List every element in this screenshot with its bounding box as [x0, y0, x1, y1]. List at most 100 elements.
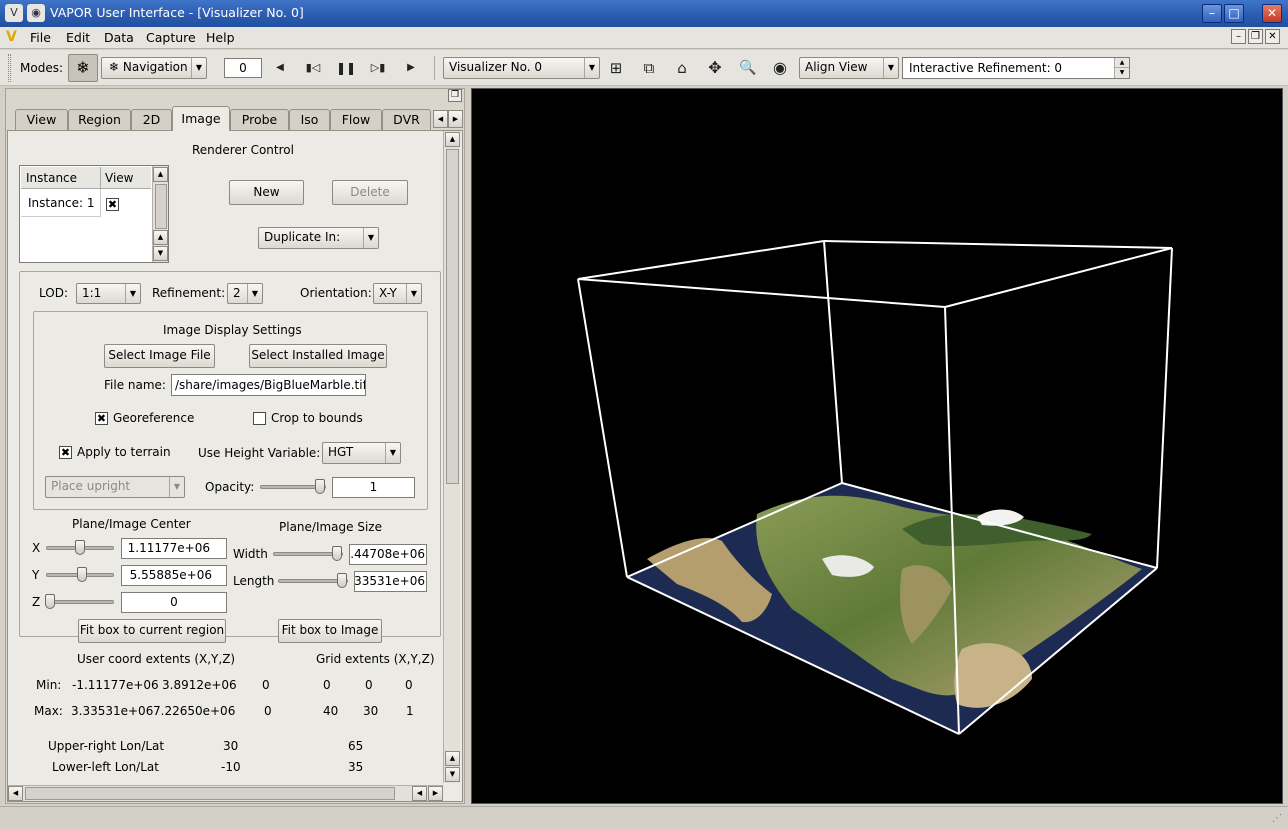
scroll-right-icon[interactable]: ▶ — [428, 786, 443, 801]
panel-horizontal-scrollbar[interactable]: ◀ ◀ ▶ — [8, 785, 443, 801]
frame-input[interactable]: 0 — [224, 58, 262, 78]
tab-2d[interactable]: 2D — [131, 109, 172, 130]
play-forward-icon[interactable]: ▷▮ — [366, 56, 390, 80]
mdi-restore-button[interactable]: ❐ — [1248, 29, 1263, 44]
refinement-select[interactable]: 2 ▼ — [227, 283, 263, 304]
delete-button[interactable]: Delete — [332, 180, 408, 205]
tab-flow[interactable]: Flow — [330, 109, 382, 130]
resize-grip-icon[interactable]: ⋰ — [1272, 813, 1284, 825]
file-name-input[interactable]: /share/images/BigBlueMarble.tiff — [171, 374, 366, 396]
play-backward-icon[interactable]: ▮◁ — [301, 56, 325, 80]
tab-probe[interactable]: Probe — [230, 109, 289, 130]
x-slider-handle[interactable] — [75, 540, 85, 555]
select-image-file-button[interactable]: Select Image File — [104, 344, 215, 368]
length-slider-handle[interactable] — [337, 573, 347, 588]
visualizer-canvas[interactable] — [471, 88, 1283, 804]
cascade-windows-icon[interactable]: ⧉ — [637, 56, 661, 80]
instance-cell[interactable]: Instance: 1 — [21, 189, 101, 217]
select-installed-image-button[interactable]: Select Installed Image — [249, 344, 387, 368]
scroll-up-icon[interactable]: ▲ — [153, 167, 168, 182]
height-variable-select[interactable]: HGT ▼ — [322, 442, 401, 464]
z-center-input[interactable]: 0 — [121, 592, 227, 613]
y-center-input[interactable]: 5.55885e+06 — [121, 565, 227, 586]
scroll-up-icon[interactable]: ▲ — [445, 132, 460, 147]
width-slider-handle[interactable] — [332, 546, 342, 561]
tab-iso[interactable]: Iso — [289, 109, 330, 130]
tile-windows-icon[interactable]: ⊞ — [604, 56, 628, 80]
scroll-thumb[interactable] — [155, 184, 167, 229]
window-menu-icon[interactable]: ◉ — [27, 4, 45, 22]
tab-region[interactable]: Region — [68, 109, 131, 130]
home-icon[interactable]: ⌂ — [670, 56, 694, 80]
width-input[interactable]: 4.44708e+06 — [349, 544, 427, 565]
scroll-left-icon[interactable]: ◀ — [8, 786, 23, 801]
toolbar-grip[interactable] — [8, 54, 11, 82]
scroll-up-icon[interactable]: ▲ — [153, 230, 168, 245]
lod-select[interactable]: 1:1 ▼ — [76, 283, 141, 304]
interactive-refinement-spinbox[interactable]: Interactive Refinement: 0 ▲ ▼ — [902, 57, 1130, 79]
new-button[interactable]: New — [229, 180, 304, 205]
mode-select[interactable]: ❄ Navigation ▼ — [101, 57, 207, 79]
opacity-input[interactable]: 1 — [332, 477, 415, 498]
panel-vertical-scrollbar[interactable]: ▲ ▲ ▼ — [443, 131, 460, 783]
menu-capture[interactable]: Capture — [146, 30, 196, 45]
max-label: Max: — [34, 704, 63, 718]
pause-icon[interactable]: ❚❚ — [334, 56, 358, 80]
crop-to-bounds-checkbox[interactable] — [253, 412, 266, 425]
maximize-button[interactable]: □ — [1224, 4, 1244, 23]
duplicate-in-select[interactable]: Duplicate In: ▼ — [258, 227, 379, 249]
scroll-left-icon[interactable]: ◀ — [412, 786, 427, 801]
menu-data[interactable]: Data — [104, 30, 134, 45]
opacity-slider-handle[interactable] — [315, 479, 325, 494]
undock-icon[interactable]: ❐ — [448, 89, 462, 102]
scroll-down-icon[interactable]: ▼ — [153, 246, 168, 261]
instance-scrollbar[interactable]: ▲ ▲ ▼ — [152, 166, 168, 262]
min-user-y: 3.8912e+06 — [162, 678, 237, 692]
spin-up-icon[interactable]: ▲ — [1114, 58, 1129, 68]
georeference-label: Georeference — [113, 411, 195, 425]
fit-box-image-button[interactable]: Fit box to Image — [278, 619, 382, 643]
center-view-icon[interactable]: ✥ — [703, 56, 727, 80]
tab-image[interactable]: Image — [172, 106, 230, 131]
mdi-close-button[interactable]: ✕ — [1265, 29, 1280, 44]
col-header-instance[interactable]: Instance — [21, 167, 101, 189]
apply-terrain-checkbox[interactable]: ✖ — [59, 446, 72, 459]
menu-edit[interactable]: Edit — [66, 30, 90, 45]
x-center-input[interactable]: 1.11177e+06 — [121, 538, 227, 559]
orientation-select[interactable]: X-Y ▼ — [373, 283, 422, 304]
col-header-view[interactable]: View — [101, 167, 151, 189]
scroll-thumb[interactable] — [25, 787, 395, 800]
y-slider-handle[interactable] — [77, 567, 87, 582]
scroll-down-icon[interactable]: ▼ — [445, 767, 460, 782]
fit-box-region-button[interactable]: Fit box to current region — [78, 619, 226, 643]
tab-view[interactable]: View — [15, 109, 68, 130]
scroll-thumb[interactable] — [446, 149, 459, 484]
chevron-down-icon: ▼ — [883, 58, 898, 78]
georeference-checkbox[interactable]: ✖ — [95, 412, 108, 425]
z-slider-handle[interactable] — [45, 594, 55, 609]
length-input[interactable]: 3.33531e+06 — [354, 571, 427, 592]
step-back-icon[interactable]: ◀ — [268, 56, 292, 80]
visualizer-select[interactable]: Visualizer No. 0 ▼ — [443, 57, 600, 79]
tab-scroll-left-icon[interactable]: ◀ — [433, 110, 448, 128]
menu-file[interactable]: File — [30, 30, 51, 45]
mdi-minimize-button[interactable]: – — [1231, 29, 1246, 44]
place-upright-select[interactable]: Place upright ▼ — [45, 476, 185, 498]
tab-scroll-right-icon[interactable]: ▶ — [448, 110, 463, 128]
navigation-mode-icon[interactable]: ❄ — [68, 54, 98, 82]
user-extents-title: User coord extents (X,Y,Z) — [77, 652, 236, 666]
menu-help[interactable]: Help — [206, 30, 235, 45]
app-logo-icon[interactable]: V — [5, 4, 23, 22]
z-slider[interactable] — [46, 600, 114, 604]
minimize-button[interactable]: – — [1202, 4, 1222, 23]
scroll-up-icon[interactable]: ▲ — [445, 751, 460, 766]
view-checkbox[interactable]: ✖ — [106, 198, 119, 211]
tab-dvr[interactable]: DVR — [382, 109, 431, 130]
align-view-select[interactable]: Align View ▼ — [799, 57, 899, 79]
step-forward-icon[interactable]: ▶ — [399, 56, 423, 80]
close-button[interactable]: ✕ — [1262, 4, 1282, 23]
eye-icon[interactable]: ◉ — [768, 56, 792, 80]
spin-down-icon[interactable]: ▼ — [1114, 68, 1129, 78]
zoom-icon[interactable]: 🔍 — [736, 56, 760, 80]
min-user-x: -1.11177e+06 — [72, 678, 159, 692]
